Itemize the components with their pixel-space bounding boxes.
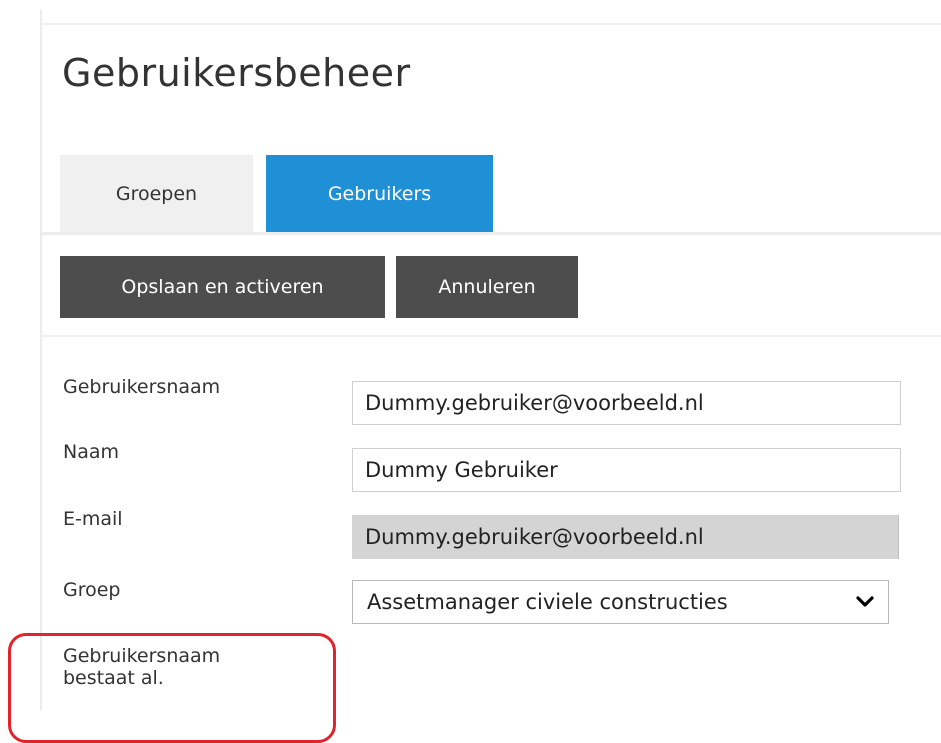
page-title: Gebruikersbeheer bbox=[62, 51, 411, 95]
cancel-button[interactable]: Annuleren bbox=[396, 256, 578, 318]
group-select[interactable]: Assetmanager civiele constructies bbox=[352, 580, 889, 624]
username-field[interactable] bbox=[352, 381, 901, 425]
username-exists-error: Gebruikersnaam bestaat al. bbox=[63, 645, 313, 689]
tab-gebruikers-label: Gebruikers bbox=[327, 182, 432, 205]
tab-divider bbox=[42, 232, 941, 235]
error-line-2: bestaat al. bbox=[63, 667, 164, 689]
tab-groepen[interactable]: Groepen bbox=[60, 155, 253, 232]
toolbar-divider bbox=[42, 335, 941, 337]
email-label: E-mail bbox=[63, 508, 123, 530]
group-select-value: Assetmanager civiele constructies bbox=[367, 590, 728, 614]
tab-groepen-label: Groepen bbox=[115, 182, 198, 205]
error-line-1: Gebruikersnaam bbox=[63, 645, 221, 667]
tab-gebruikers[interactable]: Gebruikers bbox=[266, 155, 493, 232]
save-and-activate-button[interactable]: Opslaan en activeren bbox=[60, 256, 385, 318]
email-field bbox=[352, 515, 900, 559]
email-field-edge bbox=[898, 515, 902, 559]
page-top-border bbox=[42, 23, 941, 25]
group-label: Groep bbox=[63, 579, 121, 601]
chevron-down-icon bbox=[854, 591, 876, 613]
page-left-border bbox=[40, 10, 42, 710]
name-label: Naam bbox=[63, 441, 120, 463]
username-label: Gebruikersnaam bbox=[63, 376, 221, 398]
name-field[interactable] bbox=[352, 448, 901, 492]
